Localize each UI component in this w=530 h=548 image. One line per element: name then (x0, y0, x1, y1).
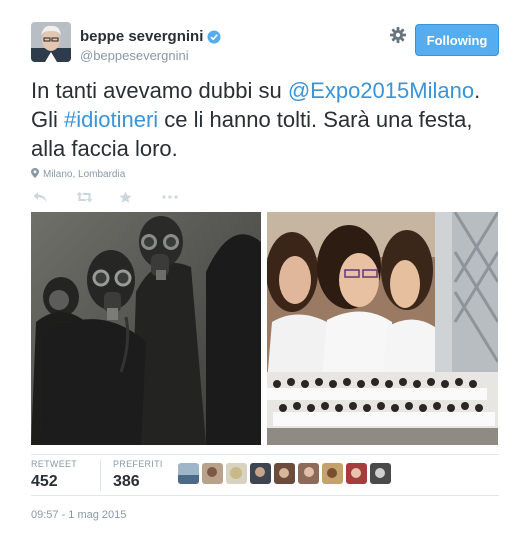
retweet-label: RETWEET (31, 459, 78, 469)
favoriter-avatar[interactable] (178, 463, 199, 484)
favoriter-avatar[interactable] (346, 463, 367, 484)
tweet-text-line2: Gli (31, 107, 64, 132)
favoriter-avatar[interactable] (370, 463, 391, 484)
user-screen-name[interactable]: @beppesevergnini (80, 48, 221, 63)
tweet-header: beppe severgnini @beppesevergnini Follow… (31, 22, 499, 64)
retweet-count: 452 (31, 473, 58, 490)
mention-link[interactable]: @Expo2015Milano (288, 78, 474, 103)
photo-gas-masks[interactable] (31, 212, 261, 445)
reply-icon[interactable] (31, 188, 74, 206)
tweet-actions (31, 188, 203, 206)
favoriter-avatar[interactable] (274, 463, 295, 484)
tweet-timestamp[interactable]: 09:57 - 1 mag 2015 (31, 509, 126, 521)
favorites-count: 386 (113, 473, 140, 490)
verified-badge-icon (207, 30, 221, 44)
tweet-text: In tanti avevamo dubbi su @Expo2015Milan… (31, 76, 506, 163)
favoriter-avatar[interactable] (250, 463, 271, 484)
retweet-icon[interactable] (74, 188, 117, 206)
photo-choir[interactable] (267, 212, 498, 445)
tweet-text-line1-end: . (474, 78, 481, 103)
favorites-label: PREFERITI (113, 459, 163, 469)
hashtag-link[interactable]: #idiotineri (64, 107, 158, 132)
avatar[interactable] (31, 22, 71, 62)
favoriters-list (178, 463, 391, 484)
favoriter-avatar[interactable] (298, 463, 319, 484)
favorites-stat[interactable]: PREFERITI 386 (100, 459, 175, 491)
user-info: beppe severgnini @beppesevergnini (80, 28, 221, 63)
tweet-text-line2-end: ce li hanno tolti. Sarà una festa, (158, 107, 473, 132)
favoriter-avatar[interactable] (322, 463, 343, 484)
retweet-stat[interactable]: RETWEET 452 (31, 459, 100, 491)
favoriter-avatar[interactable] (226, 463, 247, 484)
name-line: beppe severgnini (80, 28, 221, 45)
tweet-stats: RETWEET 452 PREFERITI 386 (31, 459, 175, 491)
more-icon[interactable] (160, 188, 203, 206)
divider-bottom (31, 495, 499, 496)
divider-top (31, 454, 499, 455)
favoriter-avatar[interactable] (202, 463, 223, 484)
favorite-icon[interactable] (117, 188, 160, 206)
location[interactable]: Milano, Lombardia (31, 168, 125, 181)
user-fullname[interactable]: beppe severgnini (80, 28, 203, 45)
location-pin-icon (31, 168, 39, 181)
location-label: Milano, Lombardia (43, 169, 126, 180)
tweet-media (31, 212, 498, 445)
gear-icon[interactable] (389, 26, 407, 44)
tweet-text-line1: In tanti avevamo dubbi su (31, 78, 288, 103)
tweet-text-line3: alla faccia loro. (31, 136, 178, 161)
following-button[interactable]: Following (415, 24, 499, 56)
